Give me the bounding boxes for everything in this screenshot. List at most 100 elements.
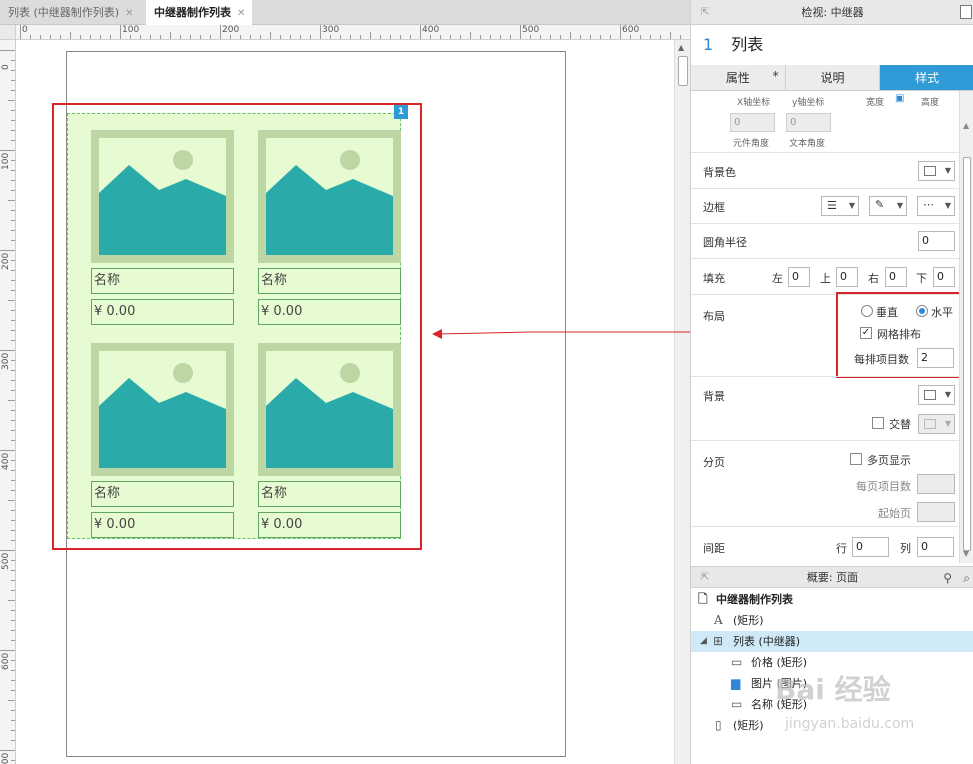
ruler-tick — [460, 35, 461, 39]
scroll-up-icon[interactable]: ▲ — [963, 121, 969, 130]
ruler-label: 500 — [522, 25, 540, 35]
ruler-tick — [130, 35, 131, 39]
watermark-url: jingyan.baidu.com — [785, 716, 915, 732]
filter-icon[interactable]: ⚲ — [943, 567, 952, 589]
chevron-down-icon: ▼ — [848, 201, 855, 210]
ruler-tick — [11, 630, 15, 631]
dash-style-icon: ⋯ — [923, 198, 934, 211]
tree-item-text[interactable]: A (矩形) — [691, 610, 973, 631]
padding-top-input[interactable]: 0 — [836, 267, 858, 287]
tab-label: 说明 — [820, 71, 845, 85]
ruler-tick — [11, 660, 15, 661]
alternate-color-picker[interactable]: ▼ — [918, 414, 955, 434]
pen-icon: ✎ — [875, 198, 885, 211]
ruler-tick — [8, 700, 15, 701]
ruler-label: 500 — [1, 552, 11, 570]
ruler-tick — [360, 35, 361, 39]
pin-icon[interactable]: ⇱ — [701, 0, 709, 25]
collapse-icon[interactable]: ◢ — [700, 631, 707, 652]
item-image[interactable] — [91, 343, 234, 476]
item-price-field[interactable]: ¥ 0.00 — [91, 512, 234, 538]
ruler-tick — [250, 35, 251, 39]
tree-item-page[interactable]: 🗋 中继器制作列表 — [691, 589, 973, 610]
border-style-dropdown[interactable]: ⋯ ▼ — [917, 196, 955, 216]
padding-left-input[interactable]: 0 — [788, 267, 810, 287]
background-color-picker[interactable]: ▼ — [918, 385, 955, 405]
ruler-label: 400 — [1, 452, 11, 470]
tab-repeater-list[interactable]: 列表 (中继器制作列表) ✕ — [0, 0, 146, 25]
widget-name[interactable]: 列表 — [731, 35, 763, 54]
items-per-page-input[interactable] — [917, 474, 955, 494]
close-icon[interactable]: ✕ — [237, 8, 245, 19]
ruler-label: 200 — [222, 25, 240, 35]
pin-icon[interactable]: ⇱ — [701, 567, 709, 589]
item-image[interactable] — [91, 130, 234, 263]
text-icon: A — [714, 613, 723, 627]
ruler-label: 100 — [1, 152, 11, 170]
ruler-tick — [670, 32, 671, 39]
item-name-field[interactable]: 名称 — [258, 481, 401, 507]
row-spacing-input[interactable]: 0 — [852, 537, 889, 557]
alternate-checkbox[interactable] — [872, 417, 884, 429]
close-icon[interactable]: ✕ — [125, 8, 133, 19]
inspector-scrollbar[interactable]: ▲ ▼ — [959, 91, 973, 563]
ruler-tick — [11, 610, 15, 611]
ruler-tick — [590, 35, 591, 39]
scroll-down-icon[interactable]: ▼ — [963, 549, 969, 558]
rotation-input[interactable]: 0 — [730, 113, 775, 132]
scrollbar-thumb[interactable] — [963, 157, 971, 551]
ruler-tick — [110, 35, 111, 39]
panel-toggle-icon[interactable] — [960, 5, 972, 19]
padding-right-input[interactable]: 0 — [885, 267, 907, 287]
text-rotation-label: 文本角度 — [789, 139, 826, 149]
item-image[interactable] — [258, 343, 401, 476]
ruler-tick — [11, 390, 15, 391]
tab-repeater-page[interactable]: 中继器制作列表 ✕ — [146, 0, 252, 26]
item-price-field[interactable]: ¥ 0.00 — [91, 299, 234, 325]
border-width-dropdown[interactable]: ☰ ▼ — [821, 196, 859, 216]
text-rotation-input[interactable]: 0 — [786, 113, 831, 132]
watermark-brand: Bai 经验 — [775, 673, 891, 706]
padding-bottom-input[interactable]: 0 — [933, 267, 955, 287]
item-price-field[interactable]: ¥ 0.00 — [258, 299, 401, 325]
ruler-tick — [560, 35, 561, 39]
tab-properties[interactable]: 属性 * — [691, 65, 786, 90]
x-coord-label: X轴坐标 — [737, 98, 771, 108]
color-swatch — [924, 166, 936, 176]
tab-style[interactable]: 样式 — [880, 65, 973, 90]
ruler-tick — [11, 360, 15, 361]
line-weight-icon: ☰ — [827, 199, 837, 212]
ruler-tick — [440, 35, 441, 39]
item-image[interactable] — [258, 130, 401, 263]
start-page-input[interactable] — [917, 502, 955, 522]
search-icon[interactable]: ⌕ — [963, 567, 970, 589]
tab-label: 样式 — [915, 71, 940, 85]
item-name-field[interactable]: 名称 — [258, 268, 401, 294]
ruler-tick — [11, 640, 15, 641]
border-color-dropdown[interactable]: ✎ ▼ — [869, 196, 907, 216]
tree-item-repeater[interactable]: ◢ ⊞ 列表 (中继器) — [691, 631, 973, 652]
scrollbar-thumb[interactable] — [678, 56, 688, 86]
y-coord-label: y轴坐标 — [792, 98, 825, 108]
lock-ratio-icon[interactable]: ▣ — [895, 93, 904, 104]
item-name-field[interactable]: 名称 — [91, 268, 234, 294]
column-spacing-input[interactable]: 0 — [917, 537, 954, 557]
ruler-tick — [11, 670, 15, 671]
item-price-field[interactable]: ¥ 0.00 — [258, 512, 401, 538]
multi-page-checkbox[interactable] — [850, 453, 862, 465]
inspector-title-bar: ⇱ 检视: 中继器 — [691, 0, 973, 25]
canvas-scrollbar[interactable]: ▲ — [674, 40, 690, 764]
corner-radius-input[interactable]: 0 — [918, 231, 955, 251]
widget-number: 1 — [703, 35, 714, 54]
item-name-field[interactable]: 名称 — [91, 481, 234, 507]
tab-notes[interactable]: 说明 — [785, 65, 881, 90]
vertical-ruler: 0 100 200 300 400 500 600 700 — [0, 40, 16, 764]
fill-color-picker[interactable]: ▼ — [918, 161, 955, 181]
ruler-tick — [11, 520, 15, 521]
ruler-tick — [550, 35, 551, 39]
ruler-tick — [270, 32, 271, 39]
scroll-up-icon[interactable]: ▲ — [678, 43, 684, 52]
ruler-tick — [120, 25, 121, 39]
ruler-tick — [11, 310, 15, 311]
ruler-tick — [11, 430, 15, 431]
